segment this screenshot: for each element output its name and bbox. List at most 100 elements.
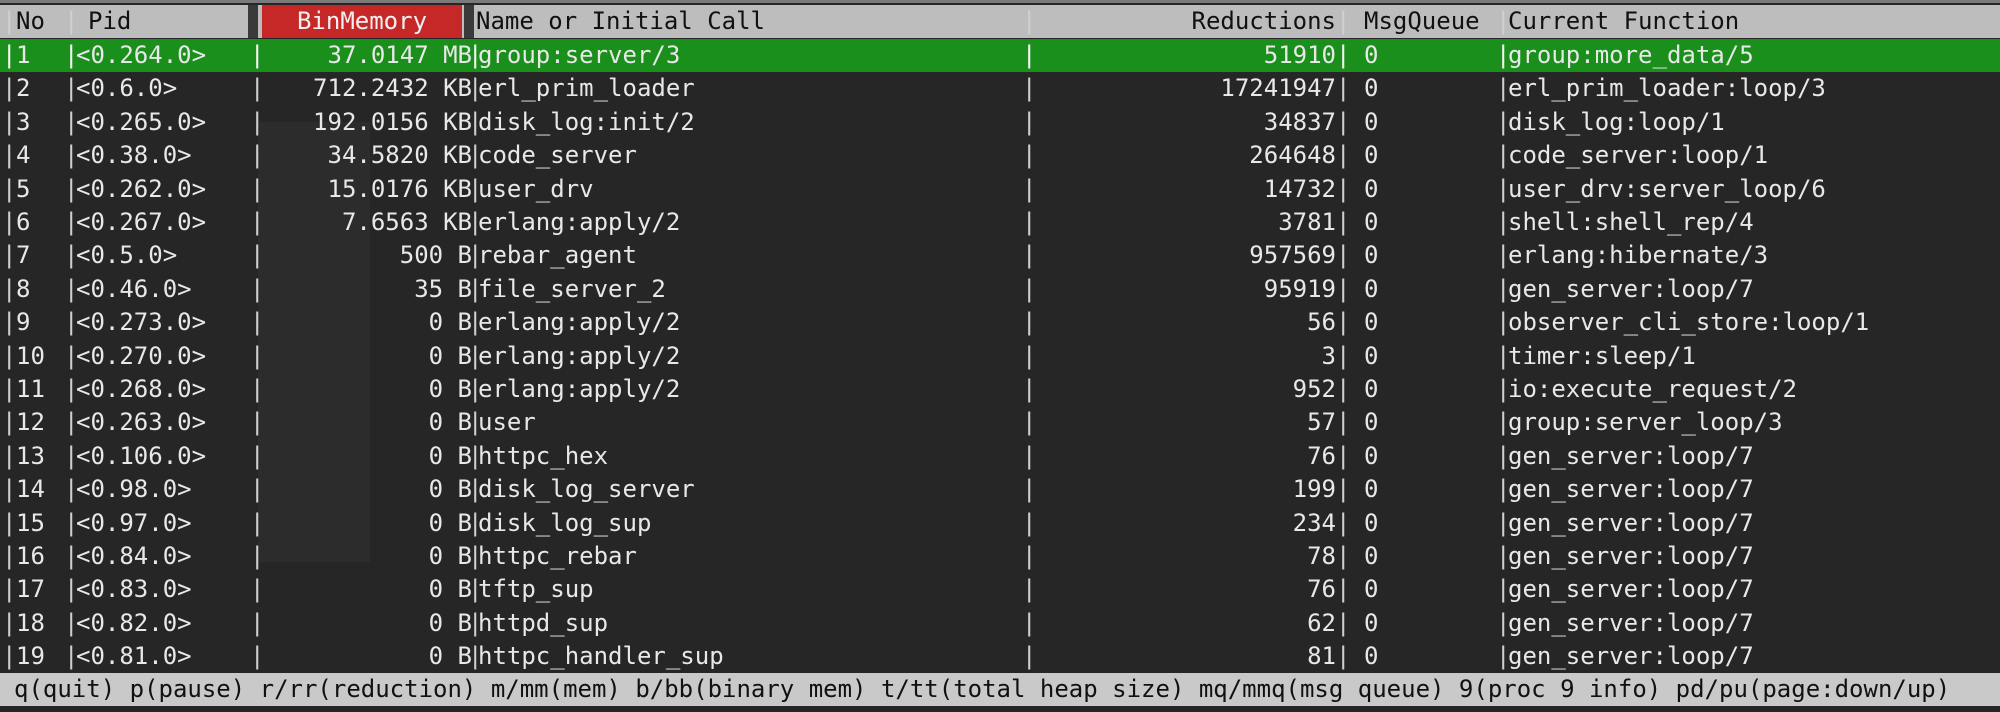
top-border — [0, 0, 2000, 3]
column-separator: | — [1022, 141, 1034, 170]
header-name[interactable]: Name or Initial Call — [476, 5, 1016, 38]
row-binmemory: 15.0176 KB — [327, 174, 473, 203]
table-row[interactable]: | 13 | <0.106.0> | 0 B | httpc_hex | 76 | 0 | gen_ser… — [0, 440, 2000, 473]
column-separator: | — [1496, 608, 1508, 637]
table-row[interactable]: | 11 | <0.268.0> | 0 B | erlang:apply/2 | 952 | 0 | i… — [0, 373, 2000, 406]
column-separator: | — [1496, 208, 1508, 236]
column-separator: | — [2, 141, 14, 170]
column-separator: | — [1022, 274, 1034, 303]
table-row[interactable]: | 12 | <0.263.0> | 0 B | user | 57 | 0 | group:server… — [0, 406, 2000, 439]
column-separator: | — [2, 608, 14, 637]
header-binmemory[interactable]: BinMemory — [262, 5, 462, 38]
table-row[interactable]: | 7 | <0.5.0> | 500 B | rebar_agent | 957569 | 0 | er… — [0, 239, 2000, 272]
column-separator: | — [1336, 208, 1348, 236]
column-separator: | — [250, 141, 262, 170]
column-separator: | — [64, 41, 76, 69]
column-separator: | — [1022, 642, 1034, 671]
row-binmemory: 34.5820 KB — [327, 141, 473, 170]
column-separator: | — [1022, 408, 1034, 437]
column-separator: | — [2, 308, 14, 337]
row-no: 13 — [16, 441, 45, 470]
column-separator: | — [1496, 308, 1508, 337]
row-name: user — [478, 408, 536, 437]
column-separator: | — [1022, 308, 1034, 337]
row-reductions: 234 — [1292, 508, 1336, 537]
column-separator: | — [250, 408, 262, 437]
row-binmemory: 0 B — [428, 642, 472, 671]
header-no[interactable]: No — [16, 5, 66, 38]
table-row[interactable]: | 6 | <0.267.0> | 7.6563 KB | erlang:apply/2 | 37… — [0, 206, 2000, 239]
header-pid[interactable]: Pid — [88, 5, 248, 38]
column-separator: | — [250, 608, 262, 637]
table-row[interactable]: | 19 | <0.81.0> | 0 B | httpc_handler_sup | 81 | 0 |… — [0, 640, 2000, 673]
column-separator: | — [1496, 542, 1508, 570]
table-row-selected[interactable]: | 1 | <0.264.0> | 37.0147 MB | group:server/3 | 5… — [0, 39, 2000, 72]
column-separator: | — [250, 341, 262, 370]
row-binmemory: 0 B — [428, 575, 472, 604]
row-no: 8 — [16, 274, 31, 303]
column-separator: | — [250, 174, 262, 203]
header-msgqueue[interactable]: MsgQueue — [1364, 5, 1494, 38]
column-separator: | — [1336, 174, 1348, 203]
column-separator: | — [2, 241, 14, 270]
table-row[interactable]: | 18 | <0.82.0> | 0 B | httpd_sup | 62 | 0 | gen_serv… — [0, 607, 2000, 640]
column-separator: | — [1022, 74, 1034, 103]
table-row[interactable]: | 17 | <0.83.0> | 0 B | tftp_sup | 76 | 0 | gen_serve… — [0, 573, 2000, 606]
column-separator: | — [1336, 575, 1348, 604]
table-row[interactable]: | 2 | <0.6.0> | 712.2432 KB | erl_prim_loader | 1… — [0, 72, 2000, 105]
column-separator: | — [64, 608, 76, 637]
column-separator: | — [1336, 74, 1348, 103]
row-no: 9 — [16, 308, 31, 337]
table-row[interactable]: | 5 | <0.262.0> | 15.0176 KB | user_drv | 14732 | 0… — [0, 173, 2000, 206]
row-pid: <0.273.0> — [76, 308, 207, 337]
column-separator: | — [250, 441, 262, 470]
column-separator: | — [1496, 274, 1508, 303]
keybinding-help-bar: q(quit) p(pause) r/rr(reduction) m/mm(me… — [0, 673, 2000, 706]
column-separator: | — [2, 542, 14, 570]
table-row[interactable]: | 8 | <0.46.0> | 35 B | file_server_2 | 95919 | 0 | g… — [0, 273, 2000, 306]
table-row[interactable]: | 15 | <0.97.0> | 0 B | disk_log_sup | 234 | 0 | gen_… — [0, 507, 2000, 540]
column-separator: | — [64, 341, 76, 370]
row-reductions: 199 — [1292, 475, 1336, 504]
row-no: 17 — [16, 575, 45, 604]
row-current-function: user_drv:server_loop/6 — [1508, 174, 1826, 203]
row-reductions: 957569 — [1249, 241, 1336, 270]
table-row[interactable]: | 4 | <0.38.0> | 34.5820 KB | code_server | 26464… — [0, 139, 2000, 172]
column-separator: | — [2, 174, 14, 203]
row-pid: <0.98.0> — [76, 475, 192, 504]
row-current-function: gen_server:loop/7 — [1508, 508, 1754, 537]
table-row[interactable]: | 3 | <0.265.0> | 192.0156 KB | disk_log:init/2… — [0, 106, 2000, 139]
row-binmemory: 0 B — [428, 408, 472, 437]
row-name: erlang:apply/2 — [478, 375, 681, 403]
column-separator: | — [1336, 41, 1348, 69]
column-separator: | — [1336, 441, 1348, 470]
row-no: 7 — [16, 241, 31, 270]
row-no: 2 — [16, 74, 31, 103]
column-separator: | — [1022, 575, 1034, 604]
table-row[interactable]: | 10 | <0.270.0> | 0 B | erlang:apply/2 | 3 | 0 | tim… — [0, 340, 2000, 373]
terminal-window: | No | Pid BinMemory Name or Initial Cal… — [0, 0, 2000, 712]
row-current-function: gen_server:loop/7 — [1508, 642, 1754, 671]
column-separator: | — [64, 107, 76, 136]
row-no: 18 — [16, 608, 45, 637]
table-row[interactable]: | 9 | <0.273.0> | 0 B | erlang:apply/2 | 56 | 0 | obs… — [0, 306, 2000, 339]
table-row[interactable]: | 14 | <0.98.0> | 0 B | disk_log_server | 199 | 0 | g… — [0, 473, 2000, 506]
row-current-function: gen_server:loop/7 — [1508, 441, 1754, 470]
column-separator: | — [1496, 575, 1508, 604]
row-no: 5 — [16, 174, 31, 203]
table-header: | No | Pid BinMemory Name or Initial Cal… — [0, 5, 2000, 38]
row-no: 12 — [16, 408, 45, 437]
column-separator: | — [1336, 408, 1348, 437]
row-msgqueue: 0 — [1364, 575, 1379, 604]
column-separator: | — [1496, 107, 1508, 136]
column-separator: | — [1336, 642, 1348, 671]
column-separator: | — [250, 508, 262, 537]
column-separator: | — [64, 274, 76, 303]
header-reductions[interactable]: Reductions — [1100, 5, 1337, 38]
row-pid: <0.5.0> — [76, 241, 178, 270]
table-row[interactable]: | 16 | <0.84.0> | 0 B | httpc_rebar | 78 | 0 | gen_se… — [0, 540, 2000, 573]
header-current-function[interactable]: Current Function — [1508, 5, 1988, 38]
row-binmemory: 35 B — [414, 274, 472, 303]
column-separator: | — [1336, 375, 1348, 403]
column-separator: | — [2, 41, 14, 69]
